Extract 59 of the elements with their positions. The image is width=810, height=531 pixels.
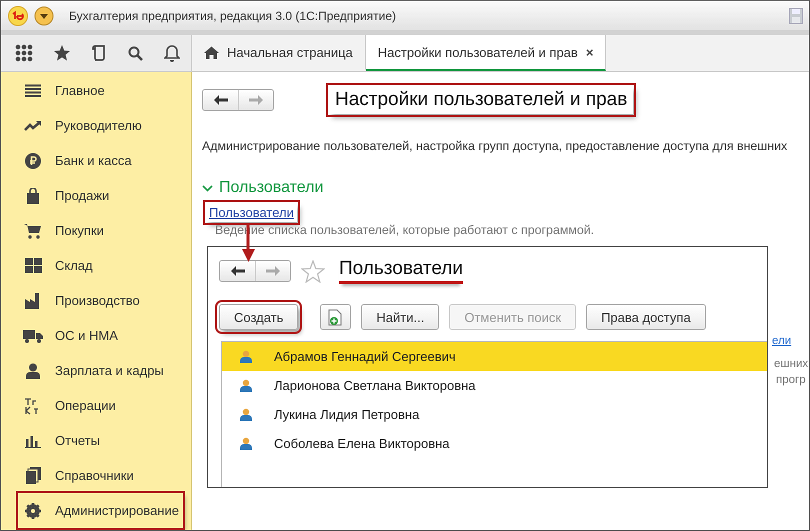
user-icon — [240, 437, 252, 450]
star-outline-icon[interactable] — [301, 260, 325, 282]
page-title: Настройки пользователей и прав — [329, 86, 634, 114]
tab[interactable]: Настройки пользователей и прав × — [366, 35, 606, 71]
page-description: Администрирование пользователей, настройка групп доступа, предоставление доступа для внешних — [202, 139, 788, 153]
home-icon — [204, 46, 219, 58]
apps-grid-icon[interactable] — [15, 44, 33, 62]
person-icon — [26, 362, 40, 378]
sidebar-item[interactable]: Зарплата и кадры — [18, 353, 183, 388]
chevron-icon[interactable] — [202, 184, 213, 192]
user-icon — [240, 408, 252, 421]
trend-icon — [24, 120, 42, 132]
user-row[interactable]: Абрамов Геннадий Сергеевич — [222, 342, 767, 371]
sidebar-item[interactable]: Производство — [18, 283, 183, 318]
add-copy-button[interactable] — [320, 304, 352, 330]
user-row[interactable]: Соболева Елена Викторовна — [222, 429, 767, 458]
user-row[interactable]: Лукина Лидия Петровна — [222, 400, 767, 429]
toolbar-button[interactable]: Найти... — [361, 304, 440, 330]
sidebar-item[interactable]: Покупки — [18, 213, 183, 248]
sidebar-item[interactable]: Продажи — [18, 178, 183, 213]
user-icon — [240, 350, 252, 363]
ruble-icon — [25, 152, 41, 168]
shopping-bag-icon — [26, 188, 40, 204]
description-text: ешних — [774, 358, 808, 370]
bell-icon[interactable] — [164, 44, 180, 62]
bar-chart-icon — [25, 434, 41, 448]
sidebar-item[interactable]: Главное — [18, 73, 183, 108]
close-icon[interactable]: × — [586, 44, 594, 60]
search-icon[interactable] — [127, 44, 144, 62]
sidebar-item[interactable]: Банк и касса — [18, 143, 183, 178]
section-title[interactable]: Пользователи — [219, 179, 324, 197]
sidebar-item[interactable]: Администрирование — [18, 493, 183, 528]
warehouse-icon — [24, 258, 42, 273]
star-icon[interactable] — [53, 44, 71, 62]
user-row[interactable]: Ларионова Светлана Викторовна — [222, 371, 767, 400]
users-link[interactable]: Пользователи — [206, 203, 297, 222]
sidebar-item[interactable]: Операции — [18, 388, 183, 423]
user-icon — [240, 379, 252, 392]
sidebar-item[interactable]: Отчеты — [18, 423, 183, 458]
window-title: Пользователи — [339, 258, 464, 284]
description-text: прогр — [776, 374, 806, 386]
books-icon — [26, 467, 40, 484]
menu-dropdown-icon[interactable] — [34, 6, 54, 26]
back-arrow-icon[interactable] — [214, 95, 228, 105]
back-arrow-icon[interactable] — [230, 266, 244, 276]
truck-icon — [23, 328, 43, 342]
sidebar-item[interactable]: Руководителю — [18, 108, 183, 143]
sidebar-item[interactable]: Справочники — [18, 458, 183, 493]
cart-icon — [24, 222, 42, 238]
toolbar-button[interactable]: Права доступа — [586, 304, 706, 330]
link-text[interactable]: ели — [772, 335, 792, 347]
window-title: Бухгалтерия предприятия, редакция 3.0 (1С:Предприятие) — [69, 8, 396, 22]
gear-icon — [25, 502, 41, 518]
app-logo-icon — [8, 6, 28, 26]
sidebar-item[interactable]: Склад — [18, 248, 183, 283]
document-plus-icon — [328, 308, 344, 326]
sidebar-item[interactable]: ОС и НМА — [18, 318, 183, 353]
list-icon — [25, 84, 41, 98]
factory-icon — [24, 292, 42, 308]
